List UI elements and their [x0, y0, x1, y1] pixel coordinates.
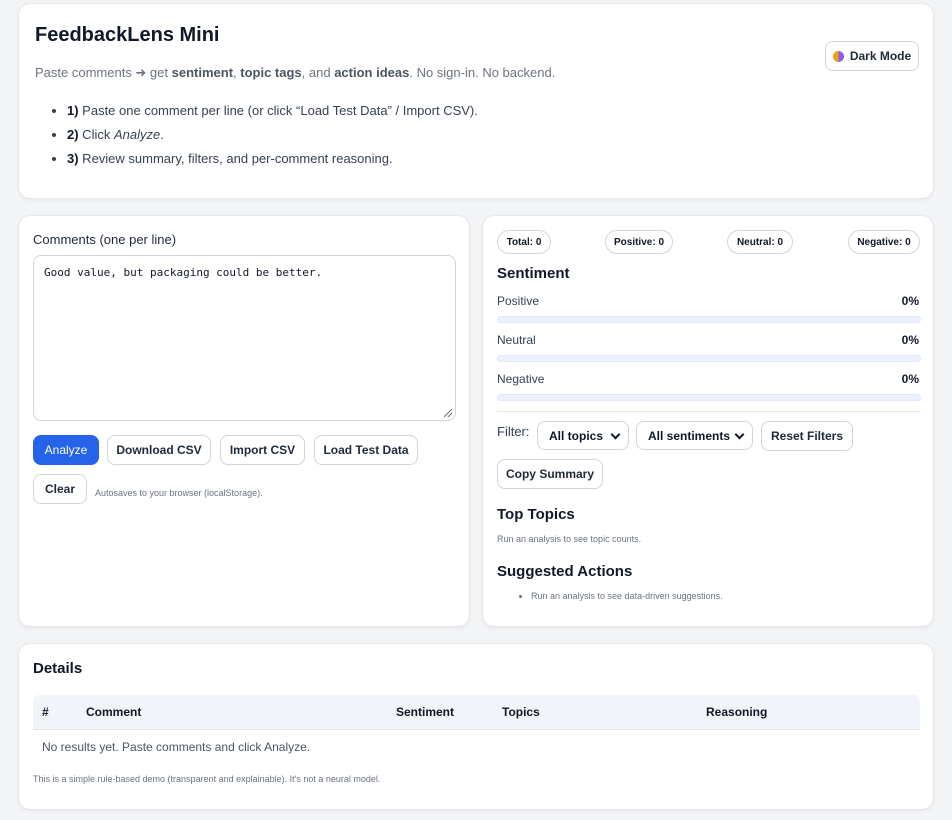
step-number: 3) [67, 151, 79, 166]
subtitle-actions: action ideas [334, 65, 410, 80]
app-subtitle: Paste comments ➜ get sentiment, topic ta… [35, 65, 555, 81]
dark-mode-button[interactable]: Dark Mode [825, 41, 919, 71]
dark-mode-label: Dark Mode [849, 49, 912, 63]
step-item: 3) Review summary, filters, and per-comm… [67, 151, 478, 167]
sentiment-heading: Sentiment [497, 265, 570, 282]
positive-count-badge: Positive: 0 [605, 230, 673, 254]
neutral-meter-percent: 0% [901, 333, 919, 347]
step-item: 2) Click Analyze. [67, 127, 478, 143]
neutral-meter-label: Neutral [497, 333, 536, 347]
top-topics-hint: Run an analysis to see topic counts. [497, 534, 642, 544]
reset-filters-button[interactable]: Reset Filters [761, 421, 853, 451]
results-card: Total: 0 Positive: 0 Neutral: 0 Negative… [482, 215, 934, 627]
table-header: # Comment Sentiment Topics Reasoning [33, 695, 920, 730]
column-header-sentiment: Sentiment [396, 705, 455, 719]
step-text: . [160, 127, 164, 142]
empty-state-message: No results yet. Paste comments and click… [42, 740, 311, 754]
app-title: FeedbackLens Mini [35, 24, 220, 46]
top-topics-heading: Top Topics [497, 506, 575, 523]
details-heading: Details [33, 660, 83, 677]
list-item: Run an analysis to see data-driven sugge… [531, 591, 723, 601]
comments-textarea[interactable]: Good value, but packaging could be bette… [33, 255, 456, 421]
step-number: 2) [67, 127, 79, 142]
subtitle-suffix: . No sign-in. No backend. [409, 65, 556, 80]
step-text: Paste one comment per line (or click “Lo… [78, 103, 478, 118]
step-item: 1) Paste one comment per line (or click … [67, 103, 478, 119]
load-test-data-button[interactable]: Load Test Data [314, 435, 418, 465]
import-csv-button[interactable]: Import CSV [220, 435, 305, 465]
neutral-meter-track [497, 355, 921, 362]
suggested-actions-heading: Suggested Actions [497, 563, 633, 580]
sentiment-filter-select[interactable]: All sentiments [636, 421, 753, 450]
copy-summary-button[interactable]: Copy Summary [497, 459, 603, 489]
chevron-down-icon [734, 429, 745, 440]
filter-label: Filter: [497, 424, 530, 439]
theme-icon [832, 50, 844, 62]
negative-count-badge: Negative: 0 [848, 230, 920, 254]
column-header-number: # [42, 705, 49, 719]
positive-meter-percent: 0% [901, 294, 919, 308]
footnote: This is a simple rule-based demo (transp… [33, 774, 381, 784]
chevron-down-icon [610, 429, 621, 440]
column-header-reasoning: Reasoning [706, 705, 768, 719]
autosave-note: Autosaves to your browser (localStorage)… [95, 488, 263, 498]
steps-list: 1) Paste one comment per line (or click … [51, 103, 478, 175]
analyze-button[interactable]: Analyze [33, 435, 99, 465]
negative-meter-percent: 0% [901, 372, 919, 386]
comments-label: Comments (one per line) [33, 232, 177, 247]
header-card: FeedbackLens Mini Paste comments ➜ get s… [18, 3, 934, 199]
positive-meter-track [497, 316, 921, 323]
subtitle-topics: topic tags [240, 65, 302, 80]
topic-filter-value: All topics [549, 428, 604, 443]
subtitle-and: , and [301, 65, 335, 80]
positive-meter-label: Positive [497, 294, 540, 308]
step-emphasis: Analyze [113, 127, 161, 142]
total-count-badge: Total: 0 [497, 230, 551, 254]
download-csv-button[interactable]: Download CSV [107, 435, 211, 465]
subtitle-sentiment: sentiment [171, 65, 234, 80]
comments-value: Good value, but packaging could be bette… [44, 266, 323, 279]
resize-handle-icon[interactable] [444, 409, 452, 417]
column-header-comment: Comment [86, 705, 142, 719]
divider [497, 411, 921, 412]
sentiment-filter-value: All sentiments [648, 428, 731, 443]
step-text: Click [78, 127, 114, 142]
negative-meter-label: Negative [497, 372, 545, 386]
topic-filter-select[interactable]: All topics [537, 421, 629, 450]
input-card: Comments (one per line) Good value, but … [18, 215, 470, 627]
suggested-actions-list: Run an analysis to see data-driven sugge… [517, 591, 723, 601]
step-text: Review summary, filters, and per-comment… [78, 151, 393, 166]
negative-meter-track [497, 394, 921, 401]
details-card: Details # Comment Sentiment Topics Reaso… [18, 643, 934, 810]
column-header-topics: Topics [502, 705, 540, 719]
clear-button[interactable]: Clear [33, 474, 87, 504]
subtitle-prefix: Paste comments ➜ get [35, 65, 172, 80]
neutral-count-badge: Neutral: 0 [727, 230, 793, 254]
step-number: 1) [67, 103, 79, 118]
